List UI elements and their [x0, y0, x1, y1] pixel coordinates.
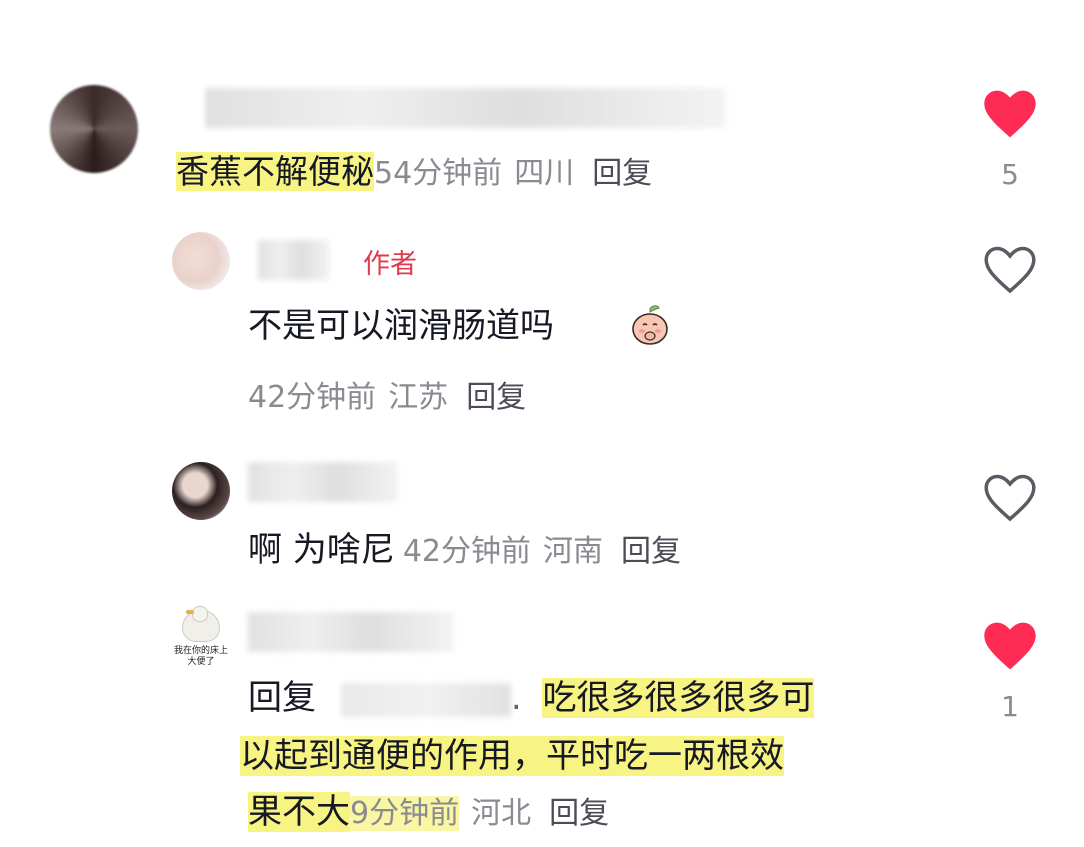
- comment-meta: 42分钟前 江苏 回复: [248, 372, 526, 416]
- heart-filled-icon[interactable]: [982, 88, 1038, 140]
- comment-line-3: 果不大9分钟前 河北 回复: [248, 792, 609, 834]
- reply-button[interactable]: 回复: [621, 534, 681, 569]
- comment-text-line3: 果不大: [248, 792, 350, 832]
- like-count: 1: [1001, 690, 1019, 723]
- comment-line-2: 以起到通便的作用，平时吃一两根效: [240, 736, 784, 776]
- comment-line: 香蕉不解便秘54分钟前 四川 回复: [176, 152, 652, 194]
- reply-target-blurred[interactable]: [340, 682, 511, 717]
- duck-beak: [186, 610, 194, 614]
- comment-text: 啊 为啥尼: [248, 530, 395, 570]
- comment-time: 42分钟前: [248, 380, 377, 415]
- comment-time: 42分钟前: [402, 534, 531, 569]
- comment-text: 香蕉不解便秘: [176, 152, 374, 191]
- comment-location: 江苏: [388, 380, 449, 415]
- avatar[interactable]: 我在你的床上大便了: [172, 606, 230, 676]
- comment-text-line2: 以起到通便的作用，平时吃一两根效: [240, 736, 784, 776]
- reply-button[interactable]: 回复: [549, 796, 609, 831]
- avatar[interactable]: [172, 462, 230, 520]
- heart-outline-icon[interactable]: [982, 472, 1038, 524]
- username-blurred[interactable]: [205, 88, 725, 128]
- duck-head: [192, 606, 208, 622]
- author-badge: 作者: [363, 249, 417, 280]
- comment-text-line1: 吃很多很多很多可: [542, 678, 815, 718]
- comment-location: 河南: [543, 534, 603, 569]
- peach-emoji-icon: [632, 305, 668, 345]
- username-blurred[interactable]: [248, 612, 453, 652]
- reply-button[interactable]: 回复: [592, 156, 652, 191]
- avatar[interactable]: [50, 85, 138, 173]
- reply-button[interactable]: 回复: [466, 380, 526, 415]
- heart-outline-icon[interactable]: [982, 244, 1038, 296]
- comment-time: 9分钟前: [350, 796, 460, 831]
- heart-filled-icon[interactable]: [982, 620, 1038, 672]
- like-count: 5: [1001, 158, 1019, 191]
- comment-location: 四川: [514, 156, 575, 191]
- comment-text: 不是可以润滑肠道吗: [248, 306, 554, 346]
- comment-line: 啊 为啥尼 42分钟前 河南 回复: [248, 530, 681, 572]
- username-blurred[interactable]: [258, 240, 330, 280]
- reply-prefix: 回复: [248, 678, 316, 718]
- comment-time: 54分钟前: [374, 156, 503, 191]
- avatar[interactable]: [172, 232, 230, 290]
- comment-location: 河北: [471, 796, 532, 831]
- comment-line-1: 回复 . 吃很多很多很多可: [248, 678, 815, 718]
- avatar-caption: 我在你的床上大便了: [173, 646, 228, 667]
- username-blurred[interactable]: [248, 462, 398, 502]
